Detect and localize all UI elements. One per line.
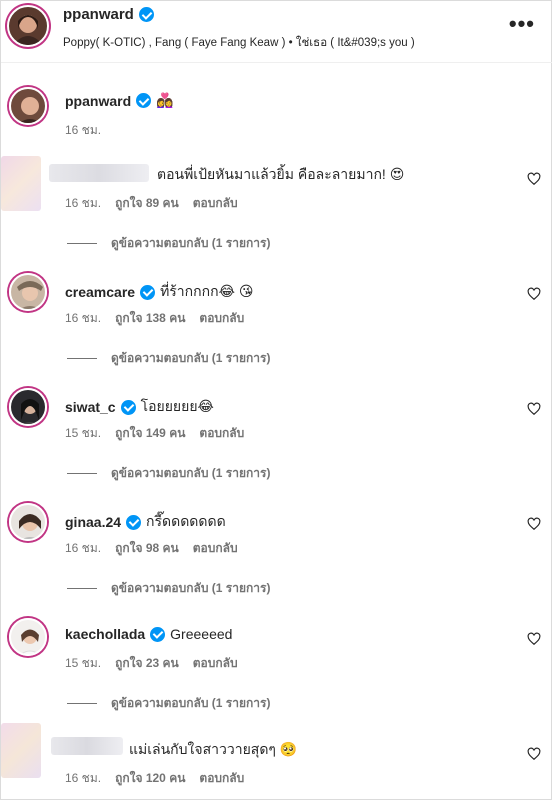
view-replies-label: ดูข้อความตอบกลับ (1 รายการ) [111, 696, 271, 710]
view-replies-label: ดูข้อความตอบกลับ (1 รายการ) [111, 351, 271, 365]
comment-line: creamcare ที่ร้ากกกก😂 😘 [65, 281, 253, 303]
comment-text: Greeeeed [170, 626, 233, 642]
caption-time[interactable]: 16 ชม. [65, 121, 101, 140]
comment-item: creamcare ที่ร้ากกกก😂 😘 16 ชม. ถูกใจ 138… [1, 271, 552, 376]
view-replies-button[interactable]: ดูข้อความตอบกลับ (1 รายการ) [67, 349, 270, 368]
commenter-avatar[interactable] [9, 388, 47, 426]
audio-subtitle[interactable]: Poppy( K-OTIC) , Fang ( Faye Fang Keaw )… [63, 34, 415, 52]
comment-likes[interactable]: ถูกใจ 138 คน [115, 309, 185, 328]
like-heart-icon[interactable] [527, 287, 541, 301]
like-heart-icon[interactable] [527, 632, 541, 646]
comment-item: แม่เล่นกับใจสาววายสุดๆ 🥺 16 ชม. ถูกใจ 12… [1, 723, 552, 800]
comment-line: siwat_c โอยยยยย😂 [65, 396, 214, 418]
comment-meta: 16 ชม. ถูกใจ 98 คน ตอบกลับ [65, 539, 238, 558]
caption-username[interactable]: ppanward [65, 93, 131, 109]
comment-item: kaechollada Greeeeed 15 ชม. ถูกใจ 23 คน … [1, 616, 552, 721]
view-replies-button[interactable]: ดูข้อความตอบกลับ (1 รายการ) [67, 694, 270, 713]
commenter-avatar[interactable] [9, 273, 47, 311]
replies-divider [67, 703, 97, 704]
author-username-text[interactable]: ppanward [63, 6, 134, 23]
post-header: ppanward Poppy( K-OTIC) , Fang ( Faye Fa… [1, 1, 552, 63]
more-options-icon[interactable]: ••• [509, 11, 535, 37]
view-replies-button[interactable]: ดูข้อความตอบกลับ (1 รายการ) [67, 579, 270, 598]
comment-time[interactable]: 16 ชม. [65, 194, 101, 213]
verified-icon [150, 626, 166, 642]
comment-text: กรี๊ดดดดดดด [146, 513, 226, 529]
view-replies-button[interactable]: ดูข้อความตอบกลับ (1 รายการ) [67, 464, 270, 483]
comment-likes[interactable]: ถูกใจ 98 คน [115, 539, 179, 558]
comment-item: ตอนพี่เป้ยหันมาแล้วยิ้ม คือละลายมาก! 😍 1… [1, 156, 552, 261]
commenter-username[interactable]: kaechollada [65, 626, 145, 642]
comment-likes[interactable]: ถูกใจ 89 คน [115, 194, 179, 213]
comment-text: ตอนพี่เป้ยหันมาแล้วยิ้ม คือละลายมาก! 😍 [157, 166, 405, 182]
comment-item: siwat_c โอยยยยย😂 15 ชม. ถูกใจ 149 คน ตอบ… [1, 386, 552, 491]
like-heart-icon[interactable] [527, 402, 541, 416]
caption-text: 👩‍❤️‍👩 [156, 92, 174, 108]
comment-likes[interactable]: ถูกใจ 120 คน [115, 769, 185, 788]
comment-meta: 15 ชม. ถูกใจ 149 คน ตอบกลับ [65, 424, 244, 443]
reply-button[interactable]: ตอบกลับ [193, 194, 238, 213]
reply-button[interactable]: ตอบกลับ [199, 769, 244, 788]
commenter-username[interactable]: ginaa.24 [65, 514, 121, 530]
blurred-username [49, 164, 149, 182]
blurred-username [51, 737, 123, 755]
commenter-username[interactable]: creamcare [65, 284, 135, 300]
verified-icon [140, 284, 156, 300]
commenter-avatar[interactable] [9, 618, 47, 656]
comment-text: แม่เล่นกับใจสาววายสุดๆ 🥺 [129, 741, 298, 757]
verified-icon [126, 514, 142, 530]
comment-item: ginaa.24 กรี๊ดดดดดดด 16 ชม. ถูกใจ 98 คน … [1, 501, 552, 606]
verified-icon [138, 7, 154, 22]
blurred-avatar [1, 723, 41, 778]
comment-likes[interactable]: ถูกใจ 149 คน [115, 424, 185, 443]
comment-line: ตอนพี่เป้ยหันมาแล้วยิ้ม คือละลายมาก! 😍 [157, 164, 404, 186]
view-replies-button[interactable]: ดูข้อความตอบกลับ (1 รายการ) [67, 234, 270, 253]
caption-meta: 16 ชม. [65, 121, 101, 140]
reply-button[interactable]: ตอบกลับ [199, 424, 244, 443]
commenter-username[interactable]: siwat_c [65, 399, 116, 415]
comment-text: ที่ร้ากกกก😂 😘 [160, 283, 254, 299]
comment-time[interactable]: 16 ชม. [65, 769, 101, 788]
caption-avatar[interactable] [9, 87, 47, 125]
replies-divider [67, 358, 97, 359]
comment-likes[interactable]: ถูกใจ 23 คน [115, 654, 179, 673]
comment-meta: 16 ชม. ถูกใจ 120 คน ตอบกลับ [65, 769, 244, 788]
author-avatar[interactable] [7, 5, 49, 47]
like-heart-icon[interactable] [527, 172, 541, 186]
commenter-avatar[interactable] [9, 503, 47, 541]
comment-line: แม่เล่นกับใจสาววายสุดๆ 🥺 [129, 739, 297, 761]
reply-button[interactable]: ตอบกลับ [193, 654, 238, 673]
caption-row: ppanward 👩‍❤️‍👩 16 ชม. [1, 81, 552, 141]
replies-divider [67, 588, 97, 589]
view-replies-label: ดูข้อความตอบกลับ (1 รายการ) [111, 466, 271, 480]
comment-text: โอยยยยย😂 [140, 398, 214, 414]
replies-divider [67, 243, 97, 244]
comment-line: ginaa.24 กรี๊ดดดดดดด [65, 511, 226, 533]
comment-time[interactable]: 16 ชม. [65, 539, 101, 558]
like-heart-icon[interactable] [527, 747, 541, 761]
caption-line: ppanward 👩‍❤️‍👩 [65, 92, 174, 109]
comment-meta: 16 ชม. ถูกใจ 138 คน ตอบกลับ [65, 309, 244, 328]
reply-button[interactable]: ตอบกลับ [199, 309, 244, 328]
author-username[interactable]: ppanward [63, 6, 154, 23]
comment-time[interactable]: 16 ชม. [65, 309, 101, 328]
comment-time[interactable]: 15 ชม. [65, 424, 101, 443]
replies-divider [67, 473, 97, 474]
comment-meta: 15 ชม. ถูกใจ 23 คน ตอบกลับ [65, 654, 238, 673]
verified-icon [136, 93, 152, 108]
comment-meta: 16 ชม. ถูกใจ 89 คน ตอบกลับ [65, 194, 238, 213]
verified-icon [120, 399, 136, 415]
reply-button[interactable]: ตอบกลับ [193, 539, 238, 558]
comment-time[interactable]: 15 ชม. [65, 654, 101, 673]
view-replies-label: ดูข้อความตอบกลับ (1 รายการ) [111, 236, 271, 250]
blurred-avatar [1, 156, 41, 211]
view-replies-label: ดูข้อความตอบกลับ (1 รายการ) [111, 581, 271, 595]
like-heart-icon[interactable] [527, 517, 541, 531]
comment-line: kaechollada Greeeeed [65, 626, 232, 642]
